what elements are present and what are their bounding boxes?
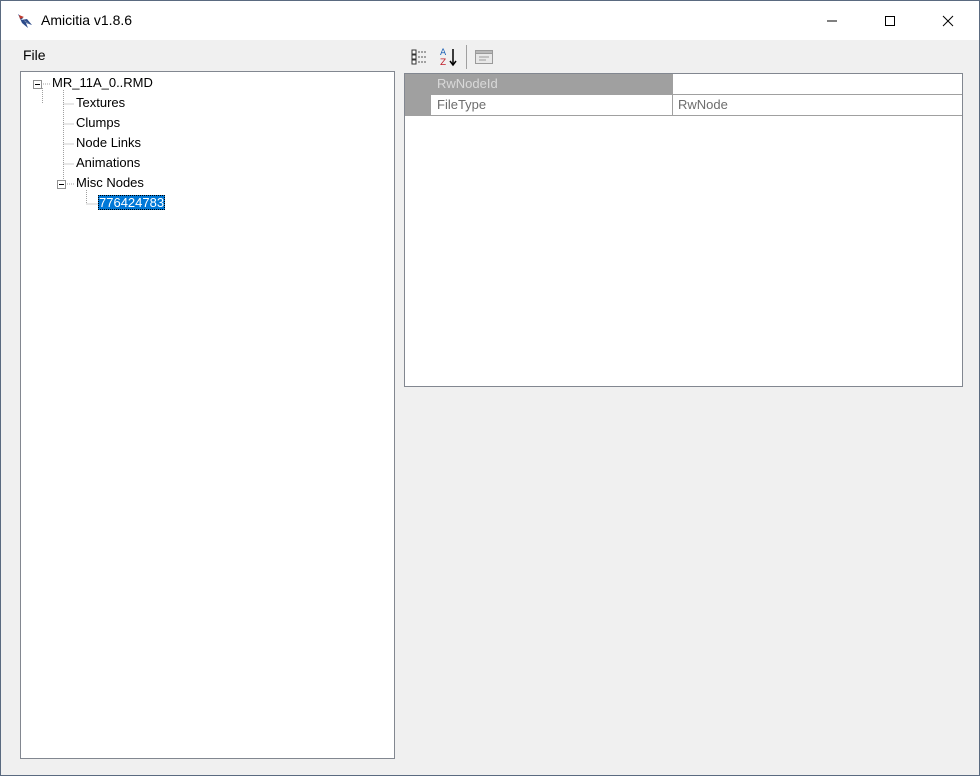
- property-pages-icon: [475, 50, 493, 64]
- property-name: RwNodeId: [431, 74, 673, 94]
- property-grid[interactable]: RwNodeId FileType RwNode: [404, 73, 963, 387]
- categorized-icon: [411, 49, 427, 65]
- svg-text:Z: Z: [440, 58, 446, 68]
- tree-item-animations[interactable]: Animations: [76, 154, 140, 172]
- file-tree[interactable]: MR_11A_0..RMD Textures Clumps Node Links…: [20, 71, 395, 759]
- tree-item-776424783[interactable]: 776424783: [98, 194, 166, 212]
- categorized-button[interactable]: [408, 45, 432, 69]
- property-pages-button[interactable]: [472, 45, 496, 69]
- maximize-icon: [885, 15, 895, 26]
- app-window: Amicitia v1.8.6 File MR_11A_0..RMD Textu…: [0, 0, 980, 776]
- menu-file[interactable]: File: [23, 47, 46, 63]
- sort-az-icon: A Z: [440, 48, 457, 68]
- property-row-rwnodeid[interactable]: RwNodeId: [405, 74, 962, 95]
- tree-item-label: Misc Nodes: [76, 175, 144, 190]
- close-icon: [942, 15, 954, 26]
- tree-item-label: Textures: [76, 95, 126, 110]
- property-row-gutter: [405, 95, 431, 115]
- tree-root-label: MR_11A_0..RMD: [52, 75, 153, 90]
- property-name: FileType: [431, 95, 673, 115]
- collapse-misc-nodes-icon[interactable]: [57, 180, 66, 189]
- window-title: Amicitia v1.8.6: [41, 12, 133, 28]
- tree-item-label: 776424783: [98, 195, 166, 210]
- menu-bar: File: [17, 41, 395, 69]
- alphabetical-button[interactable]: A Z: [436, 45, 460, 69]
- toolbar-separator: [466, 45, 467, 69]
- tree-item-label: Node Links: [76, 135, 142, 150]
- property-value[interactable]: [674, 74, 962, 94]
- property-toolbar: A Z: [404, 43, 964, 71]
- minimize-icon: [827, 20, 837, 21]
- tree-item-misc-nodes[interactable]: Misc Nodes: [76, 174, 144, 192]
- minimize-button[interactable]: [803, 1, 861, 40]
- property-row-gutter: [405, 74, 431, 94]
- app-logo-icon: [15, 11, 35, 31]
- tree-item-clumps[interactable]: Clumps: [76, 114, 120, 132]
- title-bar[interactable]: Amicitia v1.8.6: [1, 1, 979, 40]
- tree-item-label: Animations: [76, 155, 141, 170]
- property-row-filetype[interactable]: FileType RwNode: [405, 95, 962, 116]
- tree-item-label: Clumps: [76, 115, 121, 130]
- maximize-button[interactable]: [861, 1, 919, 40]
- svg-text:A: A: [440, 48, 447, 58]
- property-value[interactable]: RwNode: [674, 95, 962, 115]
- tree-item-textures[interactable]: Textures: [76, 94, 125, 112]
- close-button[interactable]: [919, 1, 977, 40]
- tree-item-node-links[interactable]: Node Links: [76, 134, 141, 152]
- collapse-root-icon[interactable]: [33, 80, 42, 89]
- tree-root-node[interactable]: MR_11A_0..RMD: [52, 74, 153, 92]
